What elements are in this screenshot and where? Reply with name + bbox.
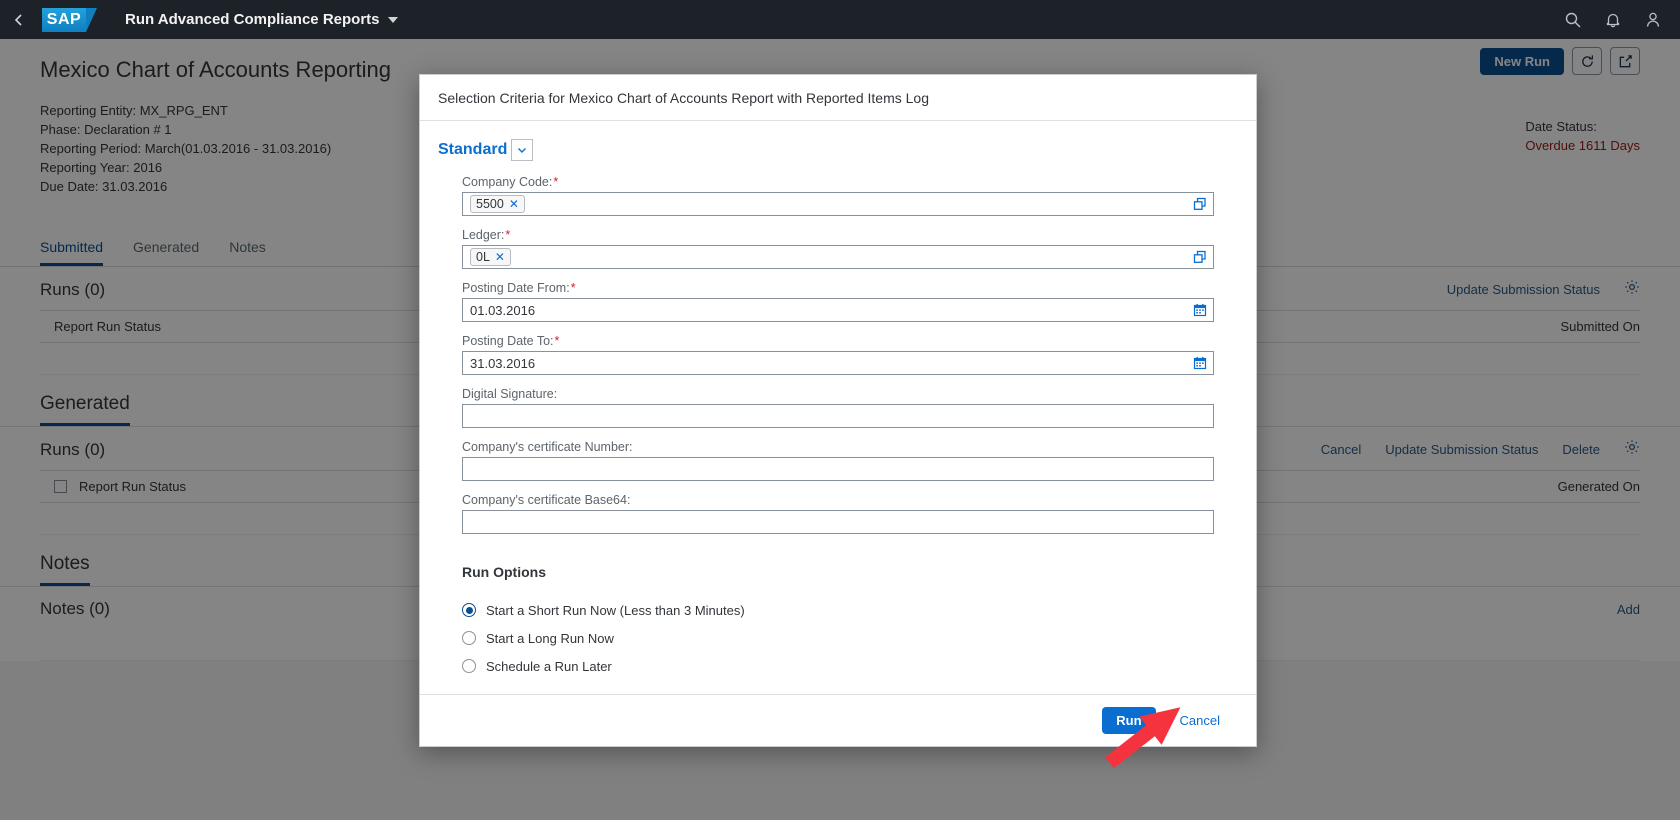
radio-schedule-later[interactable]: Schedule a Run Later	[462, 652, 1214, 680]
company-code-label: Company Code:*	[462, 175, 559, 189]
back-button[interactable]	[0, 0, 38, 39]
posting-date-to-value: 31.03.2016	[470, 355, 536, 371]
dialog-title: Selection Criteria for Mexico Chart of A…	[438, 89, 929, 106]
radio-button-icon[interactable]	[462, 603, 476, 617]
user-icon[interactable]	[1644, 11, 1662, 29]
digital-signature-label: Digital Signature:	[462, 387, 558, 401]
app-title-menu[interactable]: Run Advanced Compliance Reports	[125, 11, 398, 28]
cancel-button[interactable]: Cancel	[1174, 712, 1226, 729]
value-help-icon[interactable]	[1186, 193, 1213, 215]
calendar-icon[interactable]	[1186, 352, 1213, 374]
radio-long-run[interactable]: Start a Long Run Now	[462, 624, 1214, 652]
sap-logo-text: SAP	[42, 7, 86, 32]
digital-signature-input[interactable]	[462, 404, 1214, 428]
selection-form: Company Code:* 5500 ✕ Ledger:* 0L ✕ Post…	[420, 175, 1256, 546]
token-ledger[interactable]: 0L ✕	[470, 248, 511, 266]
radio-button-icon[interactable]	[462, 659, 476, 673]
required-asterisk: *	[570, 281, 576, 295]
certificate-number-input[interactable]	[462, 457, 1214, 481]
close-icon[interactable]: ✕	[509, 198, 519, 210]
calendar-icon[interactable]	[1186, 299, 1213, 321]
certificate-base64-label: Company's certificate Base64:	[462, 493, 631, 507]
required-asterisk: *	[505, 228, 511, 242]
run-options-group: Start a Short Run Now (Less than 3 Minut…	[420, 580, 1256, 680]
radio-short-run[interactable]: Start a Short Run Now (Less than 3 Minut…	[462, 596, 1214, 624]
posting-date-from-value: 01.03.2016	[470, 302, 536, 318]
dialog-header: Selection Criteria for Mexico Chart of A…	[420, 75, 1256, 121]
selection-criteria-dialog: Selection Criteria for Mexico Chart of A…	[419, 74, 1257, 747]
posting-date-from-input[interactable]: 01.03.2016	[462, 298, 1214, 322]
ledger-label: Ledger:*	[462, 228, 511, 242]
close-icon[interactable]: ✕	[495, 251, 505, 263]
shell-actions	[1564, 11, 1680, 29]
company-code-input[interactable]: 5500 ✕	[462, 192, 1214, 216]
variant-name[interactable]: Standard	[438, 141, 507, 159]
sap-logo: SAP	[42, 7, 97, 33]
bell-icon[interactable]	[1604, 11, 1622, 29]
chevron-down-icon	[387, 16, 398, 23]
radio-button-icon[interactable]	[462, 631, 476, 645]
required-asterisk: *	[553, 175, 559, 189]
search-icon[interactable]	[1564, 11, 1582, 29]
posting-date-from-label: Posting Date From:*	[462, 281, 576, 295]
chevron-left-icon	[14, 13, 22, 26]
run-button[interactable]: Run	[1102, 707, 1156, 734]
required-asterisk: *	[554, 334, 560, 348]
shell-bar: SAP Run Advanced Compliance Reports	[0, 0, 1680, 39]
posting-date-to-input[interactable]: 31.03.2016	[462, 351, 1214, 375]
value-help-icon[interactable]	[1186, 246, 1213, 268]
ledger-input[interactable]: 0L ✕	[462, 245, 1214, 269]
certificate-number-label: Company's certificate Number:	[462, 440, 633, 454]
certificate-base64-input[interactable]	[462, 510, 1214, 534]
token-company-code[interactable]: 5500 ✕	[470, 195, 525, 213]
run-options-heading: Run Options	[462, 564, 546, 580]
variant-management: Standard	[420, 139, 1256, 175]
dialog-footer: Run Cancel	[420, 694, 1256, 746]
chevron-down-icon[interactable]	[511, 139, 534, 161]
app-title: Run Advanced Compliance Reports	[125, 11, 380, 28]
sap-logo-tail	[86, 7, 97, 32]
dialog-body: Standard Company Code:* 5500 ✕ Ledger:* …	[420, 121, 1256, 694]
posting-date-to-label: Posting Date To:*	[462, 334, 560, 348]
